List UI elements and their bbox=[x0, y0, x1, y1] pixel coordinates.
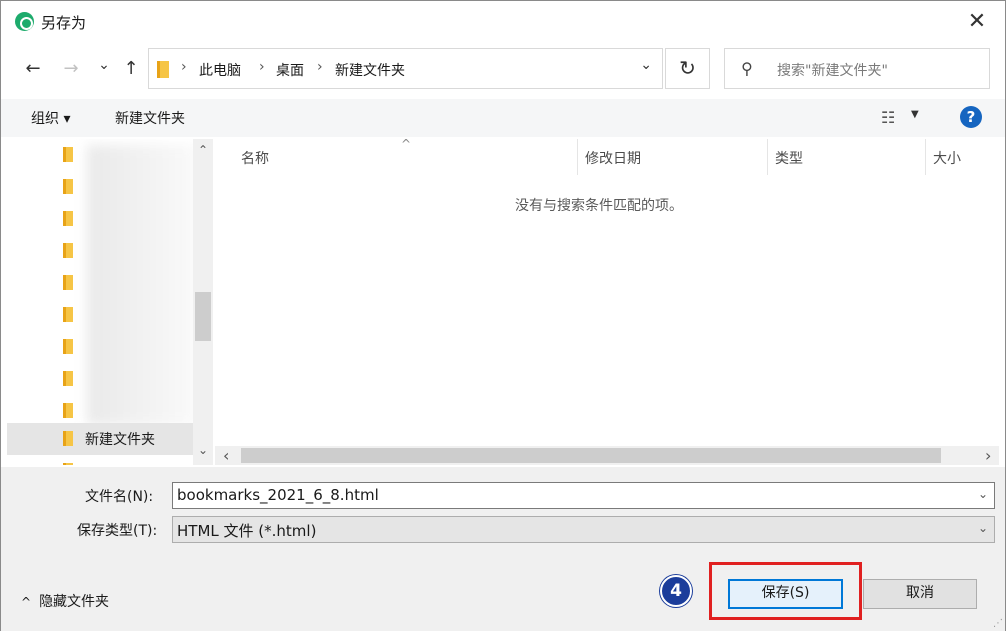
back-arrow-icon[interactable]: ← bbox=[21, 57, 45, 81]
scroll-up-icon[interactable]: ⌃ bbox=[198, 143, 208, 157]
file-list[interactable]: ^ 名称 修改日期 类型 大小 没有与搜索条件匹配的项。 ‹ › bbox=[215, 137, 999, 465]
folder-icon bbox=[63, 403, 73, 418]
resize-grip-icon[interactable]: ⋰ bbox=[993, 618, 1003, 629]
chevron-down-icon[interactable]: ⌄ bbox=[640, 57, 652, 73]
app-icon bbox=[15, 12, 34, 31]
blurred-region bbox=[87, 145, 197, 425]
refresh-button[interactable]: ↻ bbox=[665, 48, 710, 89]
filetype-value: HTML 文件 (*.html) bbox=[177, 522, 317, 540]
save-as-dialog: 另存为 ✕ ← → ⌄ ↑ › 此电脑 › 桌面 › 新建文件夹 ⌄ ↻ ⚲ 搜… bbox=[0, 0, 1006, 631]
filename-label: 文件名(N): bbox=[85, 489, 154, 505]
folder-icon bbox=[63, 307, 73, 322]
address-bar[interactable]: › 此电脑 › 桌面 › 新建文件夹 ⌄ bbox=[148, 48, 663, 89]
cancel-button[interactable]: 取消 bbox=[863, 579, 977, 609]
folder-icon bbox=[63, 211, 73, 226]
folder-icon bbox=[63, 179, 73, 194]
column-header-modified[interactable]: 修改日期 bbox=[585, 148, 641, 168]
column-divider[interactable] bbox=[925, 139, 926, 175]
scroll-down-icon[interactable]: ⌄ bbox=[198, 443, 208, 457]
empty-message: 没有与搜索条件匹配的项。 bbox=[515, 198, 683, 214]
tree-item[interactable] bbox=[7, 455, 193, 465]
breadcrumb-new-folder[interactable]: 新建文件夹 bbox=[335, 60, 405, 80]
scroll-left-icon[interactable]: ‹ bbox=[223, 446, 229, 465]
column-header-type[interactable]: 类型 bbox=[775, 148, 803, 168]
forward-arrow-icon[interactable]: → bbox=[59, 57, 83, 81]
hide-folders-label: 隐藏文件夹 bbox=[39, 594, 110, 610]
chevron-up-icon: ^ bbox=[21, 595, 32, 609]
dialog-title: 另存为 bbox=[41, 14, 87, 32]
up-arrow-icon[interactable]: ↑ bbox=[119, 57, 143, 81]
close-icon[interactable]: ✕ bbox=[961, 7, 993, 37]
scroll-right-icon[interactable]: › bbox=[985, 446, 991, 465]
filetype-select[interactable]: HTML 文件 (*.html) ⌄ bbox=[172, 516, 995, 543]
folder-icon bbox=[63, 431, 73, 446]
breadcrumb-desktop[interactable]: 桌面 bbox=[276, 60, 304, 80]
breadcrumb-separator[interactable]: › bbox=[181, 59, 187, 75]
save-button[interactable]: 保存(S) bbox=[728, 579, 843, 609]
breadcrumb-separator[interactable]: › bbox=[317, 59, 323, 75]
folder-icon bbox=[157, 61, 169, 78]
chevron-down-icon[interactable]: ⌄ bbox=[978, 487, 988, 501]
title-bar: 另存为 ✕ bbox=[1, 1, 1005, 43]
scrollbar-thumb[interactable] bbox=[241, 448, 941, 463]
column-divider[interactable] bbox=[577, 139, 578, 175]
folder-icon bbox=[63, 371, 73, 386]
filetype-label: 保存类型(T): bbox=[77, 523, 158, 539]
column-divider[interactable] bbox=[767, 139, 768, 175]
breadcrumb-this-pc[interactable]: 此电脑 bbox=[199, 60, 241, 80]
hide-folders-toggle[interactable]: ^ 隐藏文件夹 bbox=[21, 591, 109, 611]
sort-ascending-icon: ^ bbox=[401, 137, 412, 151]
breadcrumb-separator[interactable]: › bbox=[259, 59, 265, 75]
filename-field[interactable]: bookmarks_2021_6_8.html ⌄ bbox=[172, 482, 995, 509]
search-icon: ⚲ bbox=[741, 59, 753, 78]
recent-locations-icon[interactable]: ⌄ bbox=[92, 53, 116, 77]
new-folder-button[interactable]: 新建文件夹 bbox=[115, 108, 185, 128]
folder-icon bbox=[63, 147, 73, 162]
search-input[interactable]: ⚲ 搜索"新建文件夹" bbox=[724, 48, 990, 89]
column-header-name[interactable]: 名称 bbox=[241, 148, 269, 168]
filename-value: bookmarks_2021_6_8.html bbox=[177, 486, 379, 504]
search-placeholder: 搜索"新建文件夹" bbox=[777, 63, 888, 79]
view-options-dropdown-icon[interactable]: ▼ bbox=[911, 109, 919, 120]
tree-item-label: 新建文件夹 bbox=[85, 432, 155, 448]
navigation-pane[interactable]: 新建文件夹 ⌃ ⌄ bbox=[7, 139, 213, 465]
scrollbar-thumb[interactable] bbox=[195, 292, 211, 341]
file-list-scrollbar[interactable]: ‹ › bbox=[215, 446, 999, 465]
chevron-down-icon[interactable]: ⌄ bbox=[978, 521, 988, 535]
folder-icon bbox=[63, 243, 73, 258]
step-number-badge: 4 bbox=[660, 575, 692, 607]
save-options-panel: 文件名(N): bookmarks_2021_6_8.html ⌄ 保存类型(T… bbox=[1, 467, 1005, 631]
tree-item-new-folder[interactable]: 新建文件夹 bbox=[7, 423, 193, 455]
view-options-icon[interactable]: ☷ bbox=[881, 108, 895, 127]
navigation-scrollbar[interactable]: ⌃ ⌄ bbox=[193, 139, 213, 465]
command-toolbar: 组织 ▾ 新建文件夹 ☷ ▼ ? bbox=[1, 99, 1005, 137]
organize-menu-button[interactable]: 组织 ▾ bbox=[31, 108, 70, 128]
folder-icon bbox=[63, 275, 73, 290]
help-icon[interactable]: ? bbox=[960, 106, 982, 128]
folder-icon bbox=[63, 339, 73, 354]
folder-icon bbox=[63, 463, 73, 465]
column-header-size[interactable]: 大小 bbox=[933, 148, 961, 168]
